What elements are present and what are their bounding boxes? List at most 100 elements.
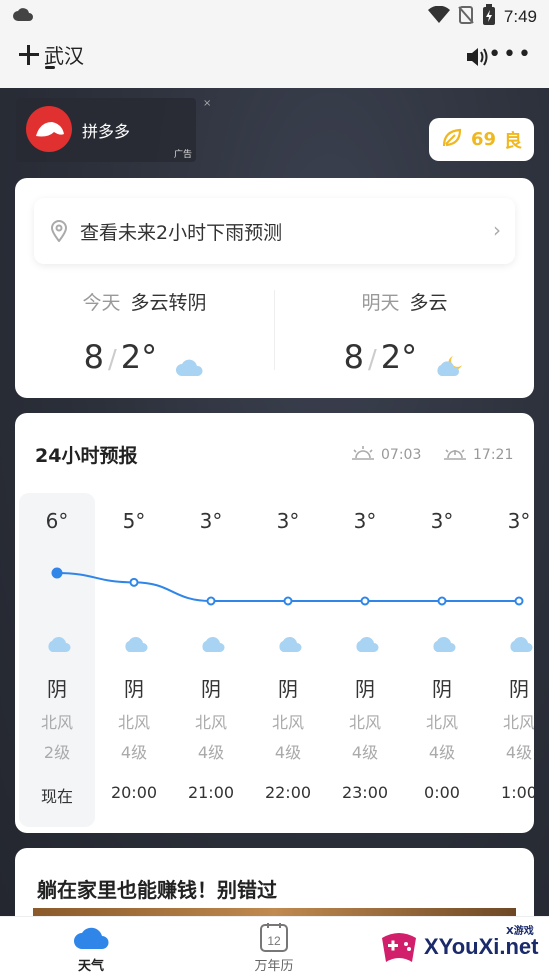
- hour-column: 3° 阴北风 4级 23:00: [327, 493, 403, 827]
- wifi-icon: [427, 5, 450, 28]
- hour-condition: 阴: [432, 677, 452, 701]
- hour-condition: 阴: [201, 677, 221, 701]
- battery-icon: [482, 4, 496, 30]
- cloud-icon: [276, 633, 304, 653]
- watermark-text: XYouXi.net: [424, 934, 539, 959]
- hour-column: 3° 阴北风 4级 22:00: [250, 493, 326, 827]
- nav-calendar[interactable]: 12 万年历: [214, 923, 334, 974]
- chevron-right-icon: ›: [493, 218, 501, 242]
- city-name[interactable]: 武汉: [44, 40, 84, 69]
- sunset-time: 17:21: [473, 447, 514, 463]
- cloud-icon: [122, 633, 150, 653]
- hour-condition: 阴: [509, 677, 529, 701]
- hour-temp: 3°: [507, 509, 531, 533]
- tomorrow-high: 8: [343, 338, 365, 376]
- temp-separator: /: [368, 345, 377, 375]
- aqi-value: 69: [470, 129, 497, 150]
- tomorrow-low: 2°: [380, 338, 418, 376]
- nav-weather[interactable]: 天气: [31, 923, 151, 974]
- nav-weather-label: 天气: [77, 959, 104, 974]
- hour-wind-level: 4级: [197, 743, 225, 762]
- hour-wind-level: 4级: [120, 743, 148, 762]
- sunrise-time: 07:03: [381, 447, 422, 463]
- no-sim-icon: [458, 5, 474, 29]
- hour-wind: 北风: [117, 713, 150, 732]
- cloud-icon: [430, 633, 458, 653]
- cloud-icon: [353, 633, 381, 653]
- ad-tag: 广告: [173, 150, 192, 160]
- plus-icon[interactable]: [16, 42, 42, 68]
- aqi-badge[interactable]: 69 良: [429, 118, 534, 161]
- hourly-forecast-title: 24小时预报: [35, 445, 138, 467]
- tomorrow-condition: 多云: [409, 292, 448, 314]
- hour-condition: 阴: [355, 677, 375, 701]
- sunrise: 07:03: [351, 445, 421, 465]
- hour-temp: 3°: [199, 509, 223, 533]
- hour-wind-level: 4级: [428, 743, 456, 762]
- promo-title: 躺在家里也能赚钱！别错过: [37, 878, 277, 902]
- hour-wind: 北风: [271, 713, 304, 732]
- watermark: X游戏 XYouXi.net: [376, 920, 546, 972]
- hour-time: 0:00: [424, 783, 460, 802]
- status-bar: 7:49: [0, 0, 549, 32]
- cloud-icon: [73, 923, 109, 953]
- hour-condition: 阴: [47, 677, 67, 701]
- ad-banner[interactable]: 拼多多 广告: [16, 98, 196, 162]
- hour-wind: 北风: [40, 713, 73, 732]
- cloud-icon: [45, 633, 73, 653]
- temp-separator: /: [108, 345, 117, 375]
- calendar-icon: 12: [256, 923, 292, 953]
- today-tomorrow-card: 查看未来2小时下雨预测 › 今天 多云转阴 8/2° 明天 多云 8/2°: [15, 178, 534, 398]
- hour-wind-level: 2级: [43, 743, 71, 762]
- sunrise-icon: [351, 445, 375, 465]
- hour-temp: 3°: [353, 509, 377, 533]
- today-forecast[interactable]: 今天 多云转阴 8/2°: [15, 288, 274, 388]
- cloud-icon: [199, 633, 227, 653]
- hour-wind-level: 4级: [505, 743, 533, 762]
- hourly-forecast-card: 24小时预报 07:03 17:21 6° 阴北风 2级现在 5° 阴北风 4级 20:00…: [15, 413, 534, 833]
- today-low: 2°: [120, 338, 158, 376]
- hour-condition: 阴: [278, 677, 298, 701]
- today-high: 8: [83, 338, 105, 376]
- hour-temp: 3°: [430, 509, 454, 533]
- today-condition: 多云转阴: [130, 292, 207, 314]
- hour-time: 现在: [40, 787, 73, 806]
- sunset-icon: [443, 445, 467, 465]
- tomorrow-forecast[interactable]: 明天 多云 8/2°: [275, 288, 534, 388]
- hour-temp: 5°: [122, 509, 146, 533]
- rain-forecast-button[interactable]: 查看未来2小时下雨预测 ›: [34, 198, 515, 264]
- cloud-icon: [507, 633, 534, 653]
- ad-name: 拼多多: [82, 122, 131, 141]
- hour-temp: 3°: [276, 509, 300, 533]
- hour-temp: 6°: [45, 509, 69, 533]
- hour-time: 22:00: [264, 783, 312, 802]
- more-icon[interactable]: •••: [488, 42, 533, 67]
- hour-column: 3° 阴北风 4级 0:00: [404, 493, 480, 827]
- nav-calendar-label: 万年历: [254, 959, 294, 974]
- hour-time: 1:00: [501, 783, 534, 802]
- hour-time: 23:00: [341, 783, 389, 802]
- cloud-icon: [175, 348, 205, 376]
- location-pin-icon: [50, 220, 68, 243]
- tomorrow-label: 明天: [361, 292, 400, 314]
- hour-column: 3° 阴北风 4级 1:00: [481, 493, 534, 827]
- hour-time: 21:00: [187, 783, 235, 802]
- gamepad-logo: [382, 933, 416, 962]
- hour-wind: 北风: [502, 713, 534, 732]
- partly-cloudy-night-icon: [435, 348, 465, 376]
- sunset: 17:21: [443, 445, 513, 465]
- status-time: 7:49: [503, 7, 537, 26]
- hour-time: 20:00: [110, 783, 158, 802]
- pinduoduo-logo: [26, 106, 72, 152]
- hour-wind-level: 4级: [351, 743, 379, 762]
- cloud-notification-icon: [12, 7, 34, 27]
- hour-column: 3° 阴北风 4级 21:00: [173, 493, 249, 827]
- hour-wind: 北风: [425, 713, 458, 732]
- hour-wind: 北风: [194, 713, 227, 732]
- speaker-icon[interactable]: [465, 46, 489, 68]
- hour-column: 5° 阴北风 4级 20:00: [96, 493, 172, 827]
- close-icon[interactable]: ×: [203, 98, 211, 109]
- page-indicator: [45, 66, 55, 69]
- leaf-icon: [441, 127, 463, 153]
- hour-condition: 阴: [124, 677, 144, 701]
